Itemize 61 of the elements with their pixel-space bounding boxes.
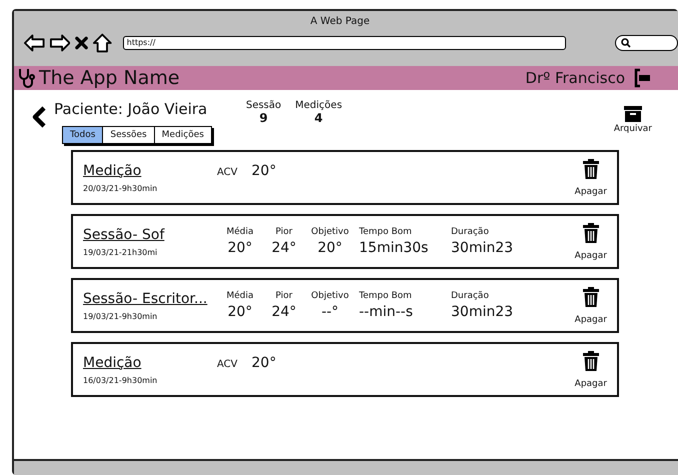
metric-label: ACV: [217, 166, 238, 178]
search-field[interactable]: [615, 35, 678, 51]
archive-icon: [624, 106, 642, 122]
metric-value: 20°: [318, 240, 342, 256]
metric-label: Pior: [276, 227, 292, 237]
delete-button[interactable]: Apagar: [574, 222, 607, 260]
back-arrow-icon[interactable]: [24, 34, 45, 52]
trash-icon: [582, 350, 599, 370]
metric-value: 24°: [272, 304, 296, 320]
metric-value: --min--s: [359, 304, 413, 320]
trash-icon: [582, 158, 599, 178]
metric-value: 20°: [252, 162, 276, 178]
metric-value: --°: [321, 304, 339, 320]
metric-label: Duração: [451, 291, 489, 301]
patient-name: Paciente: João Vieira: [54, 100, 208, 118]
metric-label: Duração: [451, 227, 489, 237]
metric-label: ACV: [217, 358, 238, 370]
metric-label: Tempo Bom: [359, 291, 412, 301]
record-date: 16/03/21-9h30min: [83, 376, 158, 384]
stat-value: 9: [259, 111, 268, 125]
metric-value: 20°: [252, 354, 276, 370]
stat-value: 4: [314, 111, 323, 125]
stethoscope-icon: [18, 68, 36, 88]
record-title-link[interactable]: Medição: [83, 354, 217, 370]
metric-label: Pior: [276, 291, 292, 301]
record-title-link[interactable]: Sessão- Escritor...: [83, 290, 217, 306]
stat-label: Sessão: [246, 100, 282, 111]
metric-value: 20°: [228, 304, 252, 320]
home-icon[interactable]: [93, 33, 112, 53]
back-chevron-icon[interactable]: [32, 106, 46, 128]
close-icon[interactable]: [75, 36, 88, 50]
metric-label: Média: [226, 291, 254, 301]
user-name: Drº Francisco: [525, 69, 625, 87]
url-field[interactable]: https://: [122, 36, 566, 50]
metric-label: Tempo Bom: [359, 227, 412, 237]
metric-value: 15min30s: [359, 240, 428, 256]
record-date: 19/03/21-9h30min: [83, 312, 158, 320]
metric-value: 24°: [272, 240, 296, 256]
metric-value: 30min23: [451, 240, 514, 256]
delete-button[interactable]: Apagar: [574, 286, 607, 324]
record-date: 19/03/21-21h30mi: [83, 248, 158, 256]
metric-label: Objetivo: [311, 291, 349, 301]
archive-button[interactable]: Arquivar: [614, 106, 652, 134]
record-title-link[interactable]: Medição: [83, 162, 217, 178]
logout-icon[interactable]: [634, 68, 650, 88]
metric-label: Média: [226, 227, 254, 237]
trash-icon: [582, 286, 599, 306]
metric-value: 20°: [228, 240, 252, 256]
forward-arrow-icon[interactable]: [50, 34, 70, 52]
filter-tab[interactable]: Todos: [63, 127, 104, 143]
delete-button[interactable]: Apagar: [574, 350, 607, 388]
search-icon: [621, 38, 632, 48]
record-title-link[interactable]: Sessão- Sof: [83, 226, 217, 242]
delete-button[interactable]: Apagar: [574, 158, 607, 196]
stat-label: Medições: [295, 100, 342, 111]
app-name: The App Name: [39, 67, 180, 89]
metric-value: 30min23: [451, 304, 514, 320]
record-date: 20/03/21-9h30min: [83, 184, 158, 192]
trash-icon: [582, 222, 599, 242]
metric-label: Objetivo: [311, 227, 349, 237]
window-title: A Web Page: [309, 15, 371, 27]
